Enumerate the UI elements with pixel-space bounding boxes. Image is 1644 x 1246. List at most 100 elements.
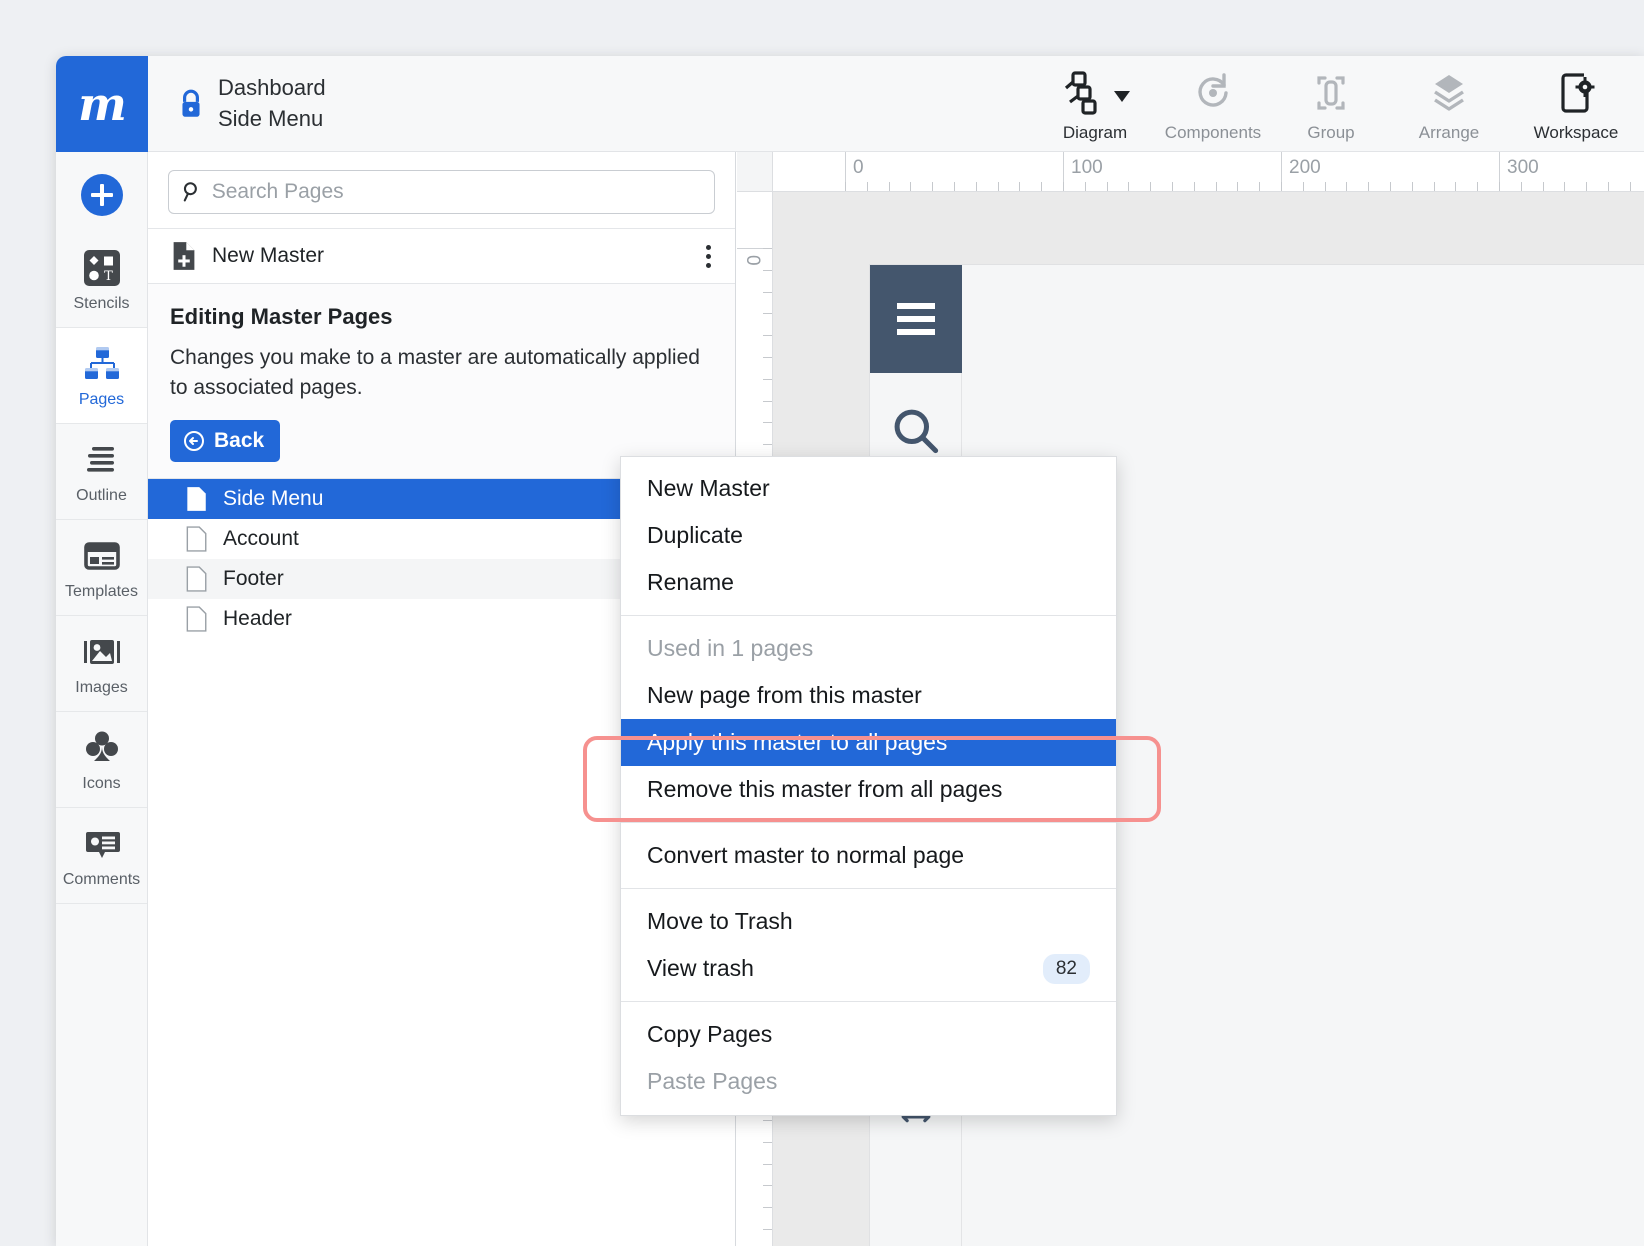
stencils-icon: T — [81, 247, 123, 289]
menu-item-move-to-trash[interactable]: Move to Trash — [621, 898, 1116, 945]
menu-label: View trash — [647, 955, 754, 982]
ruler-minor-tick — [763, 1120, 772, 1121]
document-title[interactable]: Dashboard — [218, 75, 326, 101]
page-icon — [185, 566, 207, 592]
menu-item-paste-pages: Paste Pages — [621, 1058, 1116, 1105]
sidebar-label-stencils: Stencils — [73, 295, 129, 313]
ruler-minor-tick — [1586, 182, 1587, 191]
tool-group[interactable]: Group — [1272, 56, 1390, 151]
lock-indicator[interactable] — [148, 56, 218, 151]
diagram-dropdown-caret[interactable] — [1114, 91, 1130, 102]
tool-label-diagram: Diagram — [1063, 123, 1127, 143]
sidemenu-header-block[interactable] — [870, 265, 962, 373]
ruler-minor-tick — [763, 270, 772, 271]
ruler-minor-tick — [1259, 182, 1260, 191]
sidebar-item-comments[interactable]: Comments — [56, 808, 147, 904]
menu-label: Rename — [647, 569, 734, 596]
templates-icon — [81, 535, 123, 577]
ruler-minor-tick — [1412, 182, 1413, 191]
ruler-minor-tick — [1281, 182, 1282, 191]
search-box[interactable] — [168, 170, 715, 214]
menu-separator — [621, 1001, 1116, 1002]
ruler-minor-tick — [1455, 182, 1456, 191]
ruler-minor-tick — [1128, 182, 1129, 191]
ruler-minor-tick — [845, 182, 846, 191]
lock-icon — [178, 88, 204, 120]
ruler-minor-tick — [1237, 182, 1238, 191]
hamburger-icon — [897, 303, 935, 335]
ruler-minor-tick — [1390, 182, 1391, 191]
application-window: m Dashboard Side Menu — [56, 56, 1644, 1246]
menu-label: Apply this master to all pages — [647, 729, 947, 756]
menu-separator — [621, 888, 1116, 889]
components-icon — [1191, 70, 1235, 116]
menu-separator — [621, 822, 1116, 823]
sidebar-item-images[interactable]: Images — [56, 616, 147, 712]
sidebar-item-templates[interactable]: Templates — [56, 520, 147, 616]
page-icon — [185, 606, 207, 632]
add-button[interactable] — [56, 152, 147, 232]
ruler-minor-tick — [763, 444, 772, 445]
images-icon — [81, 631, 123, 673]
sidebar-label-icons: Icons — [82, 775, 120, 793]
tool-label-arrange: Arrange — [1419, 123, 1479, 143]
page-icon — [185, 526, 207, 552]
tool-components[interactable]: Components — [1154, 56, 1272, 151]
document-subtitle[interactable]: Side Menu — [218, 106, 326, 132]
kebab-menu-icon[interactable] — [700, 239, 717, 274]
ruler-minor-tick — [763, 1229, 772, 1230]
page-icon — [185, 486, 207, 512]
sidebar-item-stencils[interactable]: T Stencils — [56, 232, 147, 328]
tool-diagram[interactable]: Diagram — [1036, 56, 1154, 151]
menu-item-duplicate[interactable]: Duplicate — [621, 512, 1116, 559]
menu-label: Paste Pages — [647, 1068, 777, 1095]
sidebar-item-outline[interactable]: Outline — [56, 424, 147, 520]
tool-workspace[interactable]: Workspace — [1508, 56, 1644, 151]
menu-item-copy-pages[interactable]: Copy Pages — [621, 1011, 1116, 1058]
sidebar-label-images: Images — [75, 679, 127, 697]
menu-label: Used in 1 pages — [647, 635, 813, 662]
logo-letter: m — [78, 77, 126, 131]
page-item-label: Header — [223, 607, 292, 631]
menu-item-new-page-from-master[interactable]: New page from this master — [621, 672, 1116, 719]
menu-item-new-master[interactable]: New Master — [621, 465, 1116, 512]
trash-count-badge: 82 — [1043, 954, 1090, 984]
diagram-icon — [1060, 70, 1104, 116]
context-menu[interactable]: New Master Duplicate Rename Used in 1 pa… — [620, 456, 1117, 1116]
ruler-minor-tick — [867, 182, 868, 191]
menu-label: Convert master to normal page — [647, 842, 964, 869]
app-logo[interactable]: m — [56, 56, 148, 152]
back-button[interactable]: Back — [170, 420, 280, 462]
menu-item-apply-master-to-all-pages[interactable]: Apply this master to all pages — [621, 719, 1116, 766]
ruler-minor-tick — [763, 1207, 772, 1208]
ruler-tick-h-0: 0 — [853, 157, 864, 179]
ruler-minor-tick — [1019, 182, 1020, 191]
sidebar-item-icons[interactable]: Icons — [56, 712, 147, 808]
horizontal-ruler: 0 100 200 300 400 5 — [773, 152, 1644, 192]
document-titles: Dashboard Side Menu — [218, 56, 326, 151]
sidebar-label-pages: Pages — [79, 391, 124, 409]
search-input[interactable] — [212, 180, 702, 204]
ruler-minor-tick — [1477, 182, 1478, 191]
menu-item-rename[interactable]: Rename — [621, 559, 1116, 606]
tool-label-group: Group — [1307, 123, 1354, 143]
canvas-search-icon — [888, 403, 944, 459]
editing-description: Changes you make to a master are automat… — [170, 343, 710, 403]
menu-item-view-trash[interactable]: View trash 82 — [621, 945, 1116, 992]
new-master-row[interactable]: New Master — [148, 228, 735, 284]
menu-label: Move to Trash — [647, 908, 793, 935]
sidebar-item-pages[interactable]: Pages — [56, 328, 147, 424]
workspace-icon — [1554, 70, 1598, 116]
icons-icon — [81, 727, 123, 769]
ruler-tick-v-0: 0 — [741, 255, 763, 266]
ruler-minor-tick — [1543, 182, 1544, 191]
toolbar-tools: Diagram Components Group — [1036, 56, 1644, 151]
editing-title: Editing Master Pages — [170, 304, 713, 330]
menu-item-remove-master-from-all-pages[interactable]: Remove this master from all pages — [621, 766, 1116, 813]
ruler-minor-tick — [932, 182, 933, 191]
ruler-minor-tick — [763, 1164, 772, 1165]
tool-arrange[interactable]: Arrange — [1390, 56, 1508, 151]
sidebar-label-comments: Comments — [63, 871, 140, 889]
page-item-label: Side Menu — [223, 487, 323, 511]
menu-item-convert-master-to-normal-page[interactable]: Convert master to normal page — [621, 832, 1116, 879]
